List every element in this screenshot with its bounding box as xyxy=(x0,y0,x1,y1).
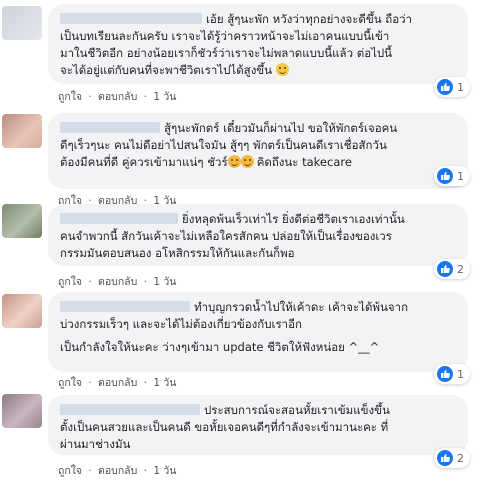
dot-separator: · xyxy=(143,377,147,389)
comment-text-line: ประสบการณ์จะสอนหั้ยเราเข้มแข็งขึ้น xyxy=(204,403,390,417)
comment-actions: ถูกใจ · ตอบกลับ · 1 วัน xyxy=(58,374,179,391)
like-link[interactable]: ถูกใจ xyxy=(58,91,82,103)
avatar[interactable] xyxy=(2,6,42,40)
dot-separator: · xyxy=(88,276,92,288)
dot-separator: · xyxy=(88,465,92,477)
dot-separator: · xyxy=(143,465,147,477)
comment-text-line: คิดถึงนะ takecare xyxy=(256,155,352,169)
smile-emoji-icon xyxy=(275,63,289,76)
comment-text-line: มาในชีวิตอีก อย่างน้อยเราก็ชัวร์ว่าเราจะ… xyxy=(60,46,393,60)
comment-text-line: ต้องมีคนที่ดี คู่ควรเข้ามาแน่ๆ ชัวร์ xyxy=(60,155,228,169)
smile-emoji-icon xyxy=(227,155,241,168)
reaction-count[interactable]: 1 xyxy=(434,77,470,97)
comment-text-line: ยิ่งหลุดพ้นเร็วเท่าไร ยิ่งดีต่อชีวิตเราเ… xyxy=(182,212,405,226)
comment-text-line: ตั้งเป็นคนสวยและเป็นคนดี ขอหั้ยเจอคนดีๆท… xyxy=(60,420,389,434)
smile-emoji-icon xyxy=(240,155,254,168)
timestamp[interactable]: 1 วัน xyxy=(153,465,176,477)
comment-actions: ถูกใจ · ตอบกลับ · 1 วัน xyxy=(58,88,179,105)
comment-text-line: ทำบุญกรวดน้ำไปให้เค้าดะ เค้าจะได้พ้นจาก xyxy=(194,300,409,314)
commenter-name[interactable] xyxy=(60,301,190,312)
comment-text-line: เป็นบทเรียนละกันครับ เราจะได้รู้ว่าคราวห… xyxy=(60,29,390,43)
like-icon xyxy=(437,261,453,277)
like-icon xyxy=(437,450,453,466)
like-count: 2 xyxy=(457,451,464,465)
like-count: 1 xyxy=(457,80,464,94)
like-link[interactable]: ถูกใจ xyxy=(58,276,82,288)
dot-separator: · xyxy=(143,91,147,103)
dot-separator: · xyxy=(88,377,92,389)
comment-text-line: กรรมมันตอบสนอง อโหสิกรรมให้กันและกันก็พอ xyxy=(60,246,295,260)
comment-bubble: สู้ๆนะพักตร์ เดี๋ยวมันก็ผ่านไป ขอให้พักต… xyxy=(48,113,468,189)
comment-text-line: เอ้ย สู้ๆนะพัก หวังว่าทุกอย่างจะดีขึ้น ถ… xyxy=(206,12,413,26)
reply-link[interactable]: ตอบกลับ xyxy=(98,465,137,477)
commenter-name[interactable] xyxy=(60,13,202,24)
comment-bubble: ประสบการณ์จะสอนหั้ยเราเข้มแข็งขึ้น ตั้งเ… xyxy=(48,395,468,455)
reaction-count[interactable]: 2 xyxy=(434,259,470,279)
reaction-count[interactable]: 1 xyxy=(434,364,470,384)
timestamp[interactable]: 1 วัน xyxy=(153,276,176,288)
avatar[interactable] xyxy=(2,294,42,328)
like-link[interactable]: ถูกใจ xyxy=(58,465,82,477)
comment-text-line: คนจำพวกนี้ สักวันเค้าจะไม่เหลือใครสักคน … xyxy=(60,229,392,243)
avatar[interactable] xyxy=(2,204,42,238)
timestamp[interactable]: 1 วัน xyxy=(153,377,176,389)
reaction-count[interactable]: 2 xyxy=(434,448,470,468)
like-icon xyxy=(437,168,453,184)
like-link[interactable]: ถูกใจ xyxy=(58,377,82,389)
commenter-name[interactable] xyxy=(60,213,178,224)
like-count: 1 xyxy=(457,169,464,183)
comment-bubble: ทำบุญกรวดน้ำไปให้เค้าดะ เค้าจะได้พ้นจาก … xyxy=(48,292,468,372)
like-count: 1 xyxy=(457,367,464,381)
timestamp[interactable]: 1 วัน xyxy=(153,91,176,103)
comment-text-line: จะได้อยู่แต่กับคนที่จะพาชีวิตเราไปได้สูง… xyxy=(60,63,273,77)
like-icon xyxy=(437,79,453,95)
comment-text-line: บ่วงกรรมเร็วๆ และจะได้ไม่ต้องเกี่ยวข้องก… xyxy=(60,317,302,331)
reply-link[interactable]: ตอบกลับ xyxy=(98,377,137,389)
comment-text-line: ดีๆเร็วๆนะ คนไม่ดีอย่าไปสนใจมัน สู้ๆๆ พั… xyxy=(60,138,387,152)
comment-actions: ถูกใจ · ตอบกลับ · 1 วัน xyxy=(58,462,179,479)
comment-text-line: สู้ๆนะพักตร์ เดี๋ยวมันก็ผ่านไป ขอให้พักต… xyxy=(164,121,398,135)
avatar[interactable] xyxy=(2,114,42,148)
comment-text-line: ผ่านมาช่างมัน xyxy=(60,437,131,451)
comment-bubble: เอ้ย สู้ๆนะพัก หวังว่าทุกอย่างจะดีขึ้น ถ… xyxy=(48,4,468,84)
reply-link[interactable]: ตอบกลับ xyxy=(98,91,137,103)
like-icon xyxy=(437,366,453,382)
avatar[interactable] xyxy=(2,394,42,428)
commenter-name[interactable] xyxy=(60,404,200,415)
comment-text-line: เป็นกำลังใจให้นะคะ ว่างๆเข้ามา update ชี… xyxy=(60,340,380,354)
dot-separator: · xyxy=(88,91,92,103)
like-count: 2 xyxy=(457,262,464,276)
comment-actions: ถูกใจ · ตอบกลับ · 1 วัน xyxy=(58,273,179,290)
comment-bubble: ยิ่งหลุดพ้นเร็วเท่าไร ยิ่งดีต่อชีวิตเราเ… xyxy=(48,204,468,266)
commenter-name[interactable] xyxy=(60,122,160,133)
reply-link[interactable]: ตอบกลับ xyxy=(98,276,137,288)
reaction-count[interactable]: 1 xyxy=(434,166,470,186)
dot-separator: · xyxy=(143,276,147,288)
